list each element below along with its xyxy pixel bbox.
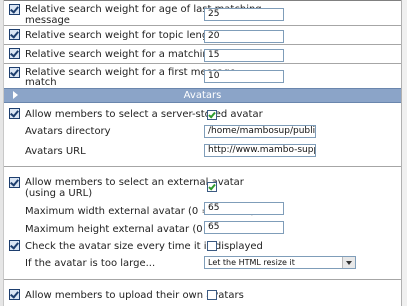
avatars-url-label: Avatars URL bbox=[25, 146, 86, 157]
topic-length-weight-input[interactable]: 20 bbox=[204, 30, 284, 43]
edit-icon[interactable] bbox=[9, 29, 20, 40]
chevron-down-icon[interactable] bbox=[342, 257, 355, 268]
check-size-label: Check the avatar size every time it is d… bbox=[25, 241, 263, 252]
avatars-url-input[interactable]: http://www.mambo-support.co bbox=[204, 144, 316, 157]
external-avatar-label-2: (using a URL) bbox=[25, 188, 93, 199]
edit-icon[interactable] bbox=[9, 177, 20, 188]
edit-icon[interactable] bbox=[9, 289, 20, 300]
edit-icon[interactable] bbox=[9, 48, 20, 59]
too-large-select[interactable]: Let the HTML resize it bbox=[204, 256, 356, 269]
row-separator bbox=[4, 44, 401, 45]
right-frame-edge bbox=[402, 0, 407, 306]
too-large-selected-value: Let the HTML resize it bbox=[208, 258, 295, 267]
row-separator bbox=[4, 279, 401, 280]
max-width-input[interactable]: 65 bbox=[204, 202, 284, 215]
edit-icon[interactable] bbox=[9, 108, 20, 119]
first-message-weight-input[interactable]: 10 bbox=[204, 70, 284, 83]
row-separator bbox=[4, 166, 401, 167]
external-avatar-checkbox[interactable] bbox=[207, 182, 217, 192]
subject-weight-input[interactable]: 15 bbox=[204, 49, 284, 62]
avatars-directory-input[interactable]: /home/mambosup/public_html/ bbox=[204, 125, 316, 138]
first-message-weight-label-2: match bbox=[25, 77, 57, 88]
age-weight-input[interactable]: 25 bbox=[204, 8, 284, 21]
max-height-input[interactable]: 65 bbox=[204, 221, 284, 234]
avatars-directory-label: Avatars directory bbox=[25, 126, 111, 137]
left-frame-border bbox=[0, 0, 4, 306]
section-title: Avatars bbox=[183, 90, 222, 101]
topic-length-weight-label: Relative search weight for topic length bbox=[25, 30, 219, 41]
row-separator bbox=[4, 63, 401, 64]
edit-icon[interactable] bbox=[9, 4, 20, 15]
edit-icon[interactable] bbox=[9, 240, 20, 251]
top-divider bbox=[4, 0, 401, 1]
row-separator bbox=[4, 25, 401, 26]
avatars-section-header[interactable]: Avatars bbox=[4, 88, 401, 103]
upload-avatar-checkbox[interactable] bbox=[207, 290, 217, 300]
too-large-label: If the avatar is too large... bbox=[25, 258, 156, 269]
edit-icon[interactable] bbox=[9, 67, 20, 78]
server-avatar-label: Allow members to select a server-stored … bbox=[25, 109, 263, 120]
check-size-checkbox[interactable] bbox=[207, 241, 217, 251]
server-avatar-checkbox[interactable] bbox=[207, 110, 217, 120]
